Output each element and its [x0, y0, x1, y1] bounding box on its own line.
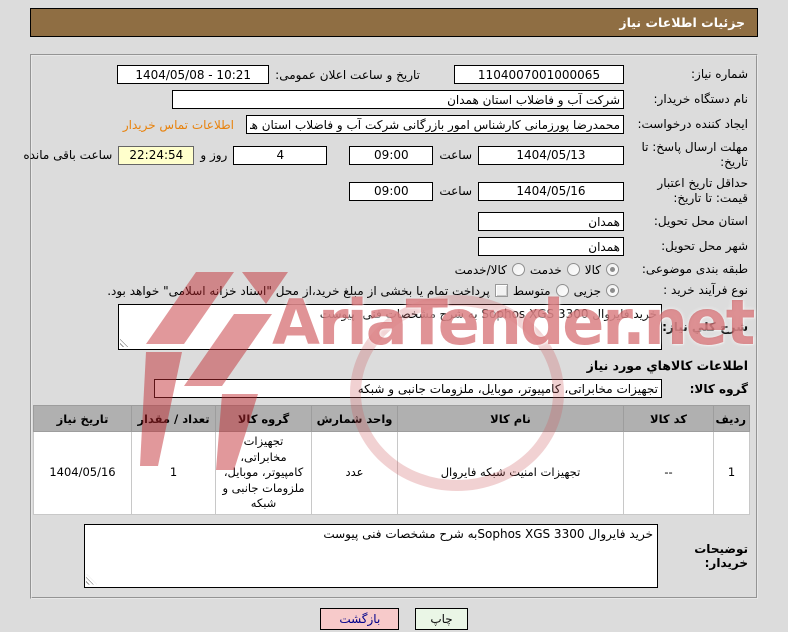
print-button[interactable]: چاپ [415, 607, 468, 630]
subject-class-label: طبقه بندی موضوعی: [641, 262, 748, 276]
page-title: جزئیات اطلاعات نیاز [30, 8, 758, 37]
cell-unit: عدد [311, 431, 398, 515]
need-desc-wrap: خرید فایروال Sophos XGS 3300 به شرح مشخص… [118, 304, 662, 350]
province-label: استان محل تحویل: [653, 214, 748, 228]
treasury-docs-checkbox[interactable] [494, 284, 508, 297]
col-item-name: نام کالا [397, 405, 624, 432]
radio-goods[interactable] [606, 263, 619, 276]
reply-deadline-date-input[interactable] [478, 145, 624, 165]
buyer-notes-row: توضیحات خریدار: خرید فایروال Sophos XGS … [38, 521, 750, 591]
process-type-row: نوع فرآیند خرید : جزیی متوسط پرداخت تمام… [38, 280, 750, 301]
goods-group-input[interactable] [154, 379, 662, 398]
buyer-org-label: نام دستگاه خریدار: [653, 92, 749, 106]
buyer-org-row: نام دستگاه خریدار: [38, 87, 750, 112]
reply-deadline-time-input[interactable] [349, 145, 434, 165]
price-hour-label: ساعت [439, 184, 472, 198]
cell-quantity: 1 [131, 431, 216, 515]
process-type-label: نوع فرآیند خرید : [663, 283, 748, 297]
col-item-code: کد کالا [623, 405, 714, 432]
request-creator-label: ایجاد کننده درخواست: [637, 117, 748, 131]
announce-label: تاریخ و ساعت اعلان عمومی: [275, 67, 420, 82]
need-number-input[interactable] [454, 65, 624, 84]
need-number-label: شماره نیاز: [691, 67, 748, 81]
price-validity-label: حداقل تاریخ اعتبار قیمت: تا تاریخ: [657, 176, 748, 205]
radio-goods-service-label: کالا/خدمت [454, 262, 507, 277]
countdown-input[interactable] [118, 145, 195, 165]
cell-row-number: 1 [713, 431, 750, 515]
price-validity-date-input[interactable] [478, 181, 624, 201]
radio-medium-label: متوسط [512, 283, 551, 298]
button-bar: چاپ بازگشت [0, 607, 788, 630]
need-desc-label: شرح کلي نیاز: [662, 320, 748, 334]
cell-need-date: 1404/05/16 [33, 431, 132, 515]
price-validity-row: حداقل تاریخ اعتبار قیمت: تا تاریخ: ساعت [38, 173, 750, 209]
city-input[interactable] [478, 237, 624, 256]
need-number-row: شماره نیاز: تاریخ و ساعت اعلان عمومی: [38, 62, 750, 87]
need-desc-row: شرح کلي نیاز: خرید فایروال Sophos XGS 33… [38, 301, 750, 353]
subject-class-row: طبقه بندی موضوعی: کالا خدمت کالا/خدمت [38, 259, 750, 280]
radio-minor-label: جزیی [573, 283, 601, 298]
goods-table-row: 1 -- تجهیزات امنیت شبکه فایروال عدد تجهی… [33, 431, 750, 515]
col-row-number: ردیف [713, 405, 750, 432]
remaining-hours-label: ساعت باقی مانده [23, 148, 113, 162]
buyer-org-input[interactable] [172, 90, 624, 109]
radio-service-label: خدمت [529, 262, 562, 277]
buyer-notes-textarea[interactable]: خرید فایروال Sophos XGS 3300به شرح مشخصا… [84, 523, 658, 588]
radio-minor[interactable] [606, 284, 619, 297]
cell-item-name: تجهیزات امنیت شبکه فایروال [397, 431, 624, 515]
goods-group-row: گروه کالا: [38, 376, 750, 401]
reply-deadline-row: مهلت ارسال پاسخ: تا تاریخ: ساعت روز و سا… [23, 137, 750, 173]
announce-datetime-input[interactable] [117, 65, 270, 84]
buyer-notes-wrap: خرید فایروال Sophos XGS 3300به شرح مشخصا… [84, 523, 658, 588]
radio-goods-label: کالا [584, 262, 601, 277]
col-quantity: تعداد / مقدار [131, 405, 216, 432]
cell-item-code: -- [623, 431, 714, 515]
goods-table: ردیف کد کالا نام کالا واحد شمارش گروه کا… [33, 405, 750, 515]
radio-medium[interactable] [555, 284, 569, 297]
province-row: استان محل تحویل: [38, 209, 750, 234]
back-button[interactable]: بازگشت [320, 607, 400, 630]
radio-goods-service[interactable] [511, 263, 525, 276]
price-validity-time-input[interactable] [349, 181, 434, 201]
reply-hour-label: ساعت [439, 148, 472, 162]
col-need-date: تاریخ نیاز [33, 405, 132, 432]
request-creator-input[interactable] [246, 115, 624, 134]
reply-deadline-label: مهلت ارسال پاسخ: تا تاریخ: [641, 140, 748, 169]
city-label: شهر محل تحویل: [661, 239, 748, 253]
page: { "header": { "title": "جزئیات اطلاعات ن… [0, 8, 788, 632]
remaining-days-input[interactable] [233, 145, 328, 165]
cell-item-group: تجهیزات مخابراتی، کامپیوتر، موبایل، ملزو… [215, 431, 312, 515]
province-input[interactable] [478, 212, 624, 231]
goods-group-label: گروه کالا: [689, 381, 748, 396]
need-desc-textarea[interactable]: خرید فایروال Sophos XGS 3300 به شرح مشخص… [118, 304, 662, 350]
col-item-group: گروه کالا [215, 405, 312, 432]
col-unit: واحد شمارش [311, 405, 398, 432]
request-creator-row: ایجاد کننده درخواست: اطلاعات تماس خریدار [38, 112, 750, 137]
buyer-notes-label: توضیحات خریدار: [694, 541, 748, 570]
city-row: شهر محل تحویل: [38, 234, 750, 259]
goods-info-section-title: اطلاعات کالاهاي مورد نیاز [586, 358, 748, 373]
radio-service[interactable] [566, 263, 580, 276]
treasury-docs-label: پرداخت تمام یا بخشی از مبلغ خرید،از محل … [107, 283, 490, 298]
goods-table-header-row: ردیف کد کالا نام کالا واحد شمارش گروه کا… [33, 405, 750, 432]
need-details-panel: شماره نیاز: تاریخ و ساعت اعلان عمومی: نا… [23, 54, 758, 599]
buyer-contact-link[interactable]: اطلاعات تماس خریدار [123, 118, 234, 132]
days-and-label: روز و [200, 148, 228, 162]
